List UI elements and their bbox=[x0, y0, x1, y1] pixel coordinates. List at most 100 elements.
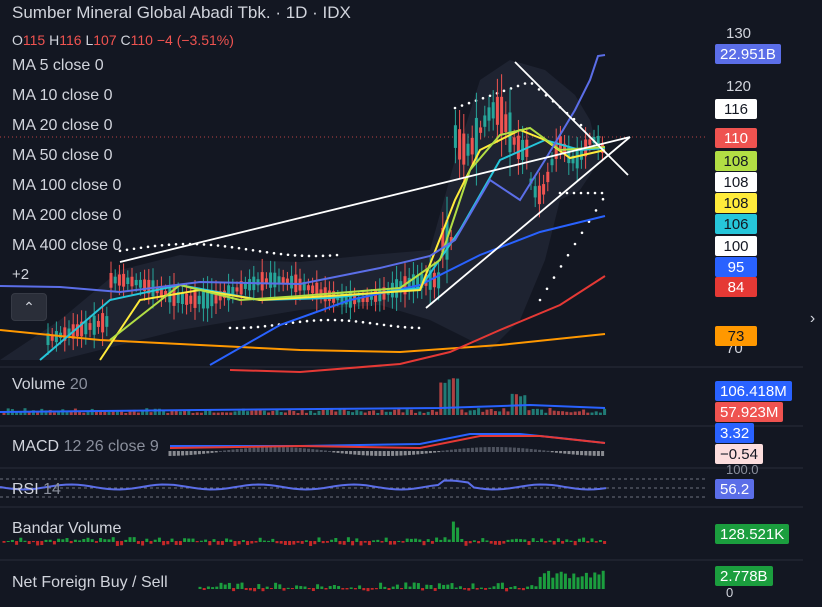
bandar-bar bbox=[44, 539, 48, 542]
sar-dot bbox=[286, 253, 290, 257]
foreign-bar bbox=[601, 570, 605, 589]
volume-bar bbox=[468, 410, 472, 415]
macd-hist-bar bbox=[559, 451, 563, 454]
sar-dot bbox=[228, 326, 232, 330]
bandar-bar bbox=[233, 541, 237, 546]
foreign-bar bbox=[383, 586, 387, 589]
sar-dot bbox=[593, 191, 597, 195]
sar-dot bbox=[537, 88, 541, 91]
macd-hist-bar bbox=[252, 447, 256, 452]
volume-bar bbox=[262, 410, 266, 415]
sar-dot bbox=[251, 248, 255, 252]
bandar-bar bbox=[153, 539, 157, 542]
volume-bar bbox=[443, 382, 447, 415]
macd-hist-bar bbox=[403, 451, 407, 456]
legend-collapse-button[interactable]: ⌃ bbox=[11, 293, 47, 321]
foreign-bar bbox=[223, 584, 227, 589]
volume-bar bbox=[510, 393, 514, 415]
chart-canvas[interactable] bbox=[0, 0, 822, 607]
legend-ma-10[interactable]: MA 10 close 0 bbox=[12, 87, 113, 105]
bandar-bar bbox=[594, 541, 598, 543]
volume-bar bbox=[149, 412, 153, 415]
sar-dot bbox=[223, 245, 227, 248]
volume-length: 20 bbox=[69, 376, 88, 393]
bandar-bar bbox=[493, 541, 497, 545]
volume-bar bbox=[418, 411, 422, 415]
macd-signal-line bbox=[169, 435, 606, 450]
bandar-bar bbox=[409, 538, 413, 542]
volume-bar bbox=[456, 378, 460, 415]
legend-ma-200[interactable]: MA 200 close 0 bbox=[12, 207, 121, 225]
candle-body bbox=[290, 275, 294, 289]
bandar-bar bbox=[136, 541, 140, 544]
bandar-bar bbox=[296, 541, 300, 543]
bandar-bar bbox=[342, 541, 346, 545]
sar-dot bbox=[460, 104, 464, 107]
bandar-bar bbox=[586, 541, 590, 543]
macd-hist-bar bbox=[496, 447, 500, 452]
volume-bar bbox=[220, 412, 224, 415]
sar-dot bbox=[552, 276, 556, 279]
volume-bar bbox=[78, 411, 82, 415]
sar-dot bbox=[321, 254, 325, 258]
volume-bar bbox=[384, 411, 388, 415]
foreign-bar bbox=[400, 588, 404, 590]
volume-bar bbox=[582, 409, 586, 415]
macd-hist-bar bbox=[302, 448, 306, 452]
volume-bar bbox=[166, 412, 170, 415]
bandar-bar bbox=[19, 537, 23, 542]
sar-dot bbox=[347, 319, 351, 323]
sar-dot bbox=[410, 326, 414, 329]
macd-hist-bar bbox=[244, 448, 248, 452]
macd-hist-bar bbox=[265, 447, 269, 452]
foreign-bar bbox=[551, 577, 555, 589]
bandar-bar bbox=[388, 541, 392, 545]
macd-hist-bar bbox=[361, 451, 365, 456]
foreign-bar bbox=[542, 573, 546, 589]
macd-hist-bar bbox=[386, 451, 390, 456]
legend-more-indicators[interactable]: +2 bbox=[12, 266, 29, 283]
bandar-bar bbox=[367, 541, 371, 546]
bandar-bar bbox=[61, 539, 65, 542]
volume-bar bbox=[258, 409, 262, 415]
macd-hist-bar bbox=[315, 449, 319, 452]
foreign-bar bbox=[526, 586, 530, 589]
legend-ma-5[interactable]: MA 5 close 0 bbox=[12, 57, 104, 75]
foreign-bar bbox=[437, 583, 441, 589]
volume-bar bbox=[531, 408, 535, 415]
bandar-bar bbox=[271, 538, 275, 542]
price-tag: 73 bbox=[715, 326, 757, 346]
macd-hist-bar bbox=[248, 447, 252, 452]
legend-ma-50[interactable]: MA 50 close 0 bbox=[12, 147, 113, 165]
macd-hist-bar bbox=[286, 447, 290, 452]
volume-bar bbox=[271, 410, 275, 415]
expand-panel-button[interactable]: › bbox=[803, 304, 822, 334]
sar-dot bbox=[565, 191, 569, 195]
foreign-bar bbox=[227, 582, 231, 589]
foreign-bar bbox=[316, 584, 320, 589]
foreign-bar bbox=[295, 585, 299, 589]
volume-title: Volume bbox=[12, 376, 66, 393]
macd-hist-bar bbox=[533, 449, 537, 452]
volume-bar bbox=[493, 411, 497, 415]
foreign-bar bbox=[467, 588, 471, 591]
macd-hist-bar bbox=[328, 450, 332, 452]
bandar-bar bbox=[573, 541, 577, 546]
volume-bar bbox=[237, 410, 241, 415]
volume-bar bbox=[414, 412, 418, 415]
legend-ma-400[interactable]: MA 400 close 0 bbox=[12, 237, 121, 255]
bandar-bar bbox=[468, 541, 472, 544]
candle-body bbox=[96, 321, 100, 327]
volume-bar bbox=[351, 412, 355, 415]
bandar-bar bbox=[384, 537, 388, 542]
macd-hist-bar bbox=[542, 450, 546, 452]
volume-bar bbox=[204, 410, 208, 415]
volume-bar bbox=[477, 408, 481, 415]
legend-ma-20[interactable]: MA 20 close 0 bbox=[12, 117, 113, 135]
volume-bar bbox=[472, 410, 476, 415]
legend-ma-100[interactable]: MA 100 close 0 bbox=[12, 177, 121, 195]
volume-bar bbox=[334, 411, 338, 415]
bandar-bar bbox=[86, 537, 90, 542]
bandar-bar bbox=[166, 541, 170, 545]
bandar-bar bbox=[430, 541, 434, 544]
